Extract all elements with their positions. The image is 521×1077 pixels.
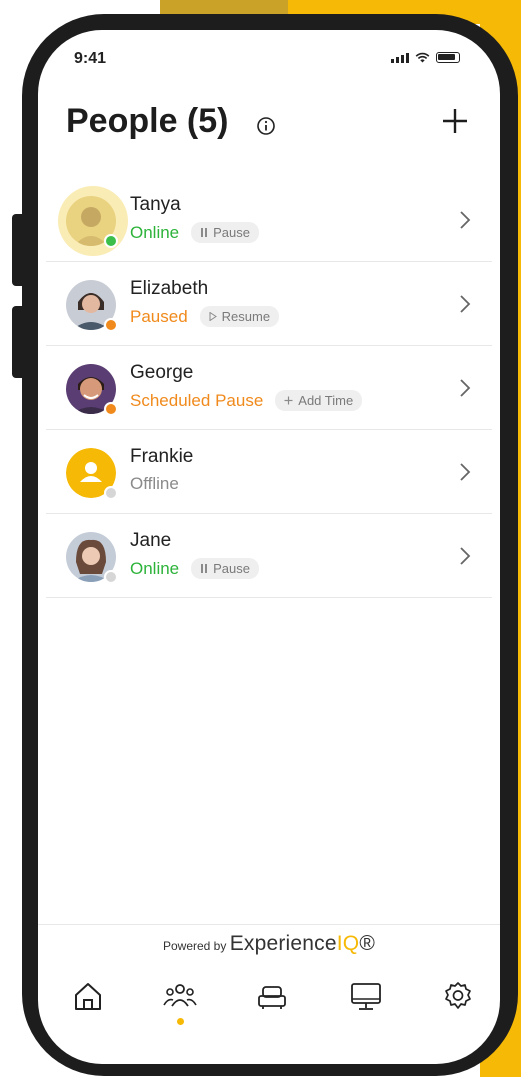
info-icon[interactable]: [256, 116, 276, 136]
paused-status-dot: [104, 402, 118, 416]
pause-label: Pause: [213, 225, 251, 240]
status-bar: 9:41: [38, 30, 500, 90]
brand-logo: ExperienceIQ®: [230, 932, 375, 955]
person-status: Offline: [130, 474, 179, 493]
people-icon: [163, 984, 197, 1007]
wifi-icon: [415, 52, 430, 63]
avatar-wrap: [66, 364, 118, 416]
pause-label: Pause: [213, 561, 251, 576]
status-icons: [391, 52, 460, 63]
person-row-tanya[interactable]: Tanya Online Pause: [46, 178, 492, 262]
pause-icon: [201, 564, 208, 573]
settings-icon[interactable]: [438, 976, 478, 1016]
paused-status-dot: [104, 318, 118, 332]
online-status-dot: [104, 234, 118, 248]
person-status-line: Paused Resume: [130, 306, 280, 327]
avatar-wrap: [58, 186, 128, 256]
person-status-line: Scheduled Pause Add Time: [130, 390, 363, 411]
pause-icon: [201, 228, 208, 237]
page-header: People (5): [38, 100, 500, 150]
monitor-icon[interactable]: [346, 976, 386, 1016]
avatar-wrap: [66, 532, 118, 584]
cellular-signal-icon: [391, 53, 409, 63]
person-row-elizabeth[interactable]: Elizabeth Paused Resume: [46, 262, 492, 346]
avatar-wrap: [66, 448, 118, 500]
chevron-right-icon: [460, 295, 471, 313]
plus-icon: [284, 396, 293, 405]
chevron-right-icon: [460, 211, 471, 229]
people-list: Tanya Online Pause Elizabeth Paused Resu…: [38, 178, 500, 598]
person-row-george[interactable]: George Scheduled Pause Add Time: [46, 346, 492, 430]
play-icon: [209, 312, 217, 321]
brand-mark: ®: [359, 932, 376, 955]
person-row-frankie[interactable]: Frankie Offline: [46, 430, 492, 514]
tab-people[interactable]: [160, 976, 200, 1025]
pause-button[interactable]: Pause: [191, 558, 260, 579]
offline-status-dot: [104, 486, 118, 500]
person-status-line: Online Pause: [130, 222, 260, 243]
person-status-line: Online Pause: [130, 558, 260, 579]
home-icon[interactable]: [68, 976, 108, 1016]
resume-button[interactable]: Resume: [199, 306, 280, 327]
footer-divider: [38, 924, 500, 925]
powered-by: Powered by ExperienceIQ®: [38, 932, 500, 956]
person-status: Online: [130, 222, 180, 242]
person-name: Jane: [130, 530, 172, 551]
phone-screen: 9:41 People (5) Tanya Online Pause Eliza…: [38, 30, 500, 1064]
person-status: Scheduled Pause: [130, 390, 264, 410]
pause-button[interactable]: Pause: [191, 222, 260, 243]
chevron-right-icon: [460, 379, 471, 397]
person-status-line: Offline: [130, 474, 179, 494]
avatar-wrap: [66, 280, 118, 332]
status-dot: [104, 570, 118, 584]
add-time-label: Add Time: [298, 393, 354, 408]
brand-iq: IQ: [336, 932, 360, 955]
person-name: Elizabeth: [130, 278, 209, 299]
person-name: Frankie: [130, 446, 194, 467]
tab-bar: [38, 976, 500, 1036]
brand-main: Experience: [229, 932, 337, 955]
person-status: Online: [130, 558, 180, 578]
person-name: Tanya: [130, 194, 181, 215]
chevron-right-icon: [460, 463, 471, 481]
person-status: Paused: [130, 306, 188, 326]
active-tab-indicator: [177, 1018, 184, 1025]
powered-by-label: Powered by: [162, 939, 227, 953]
chevron-right-icon: [460, 547, 471, 565]
person-row-jane[interactable]: Jane Online Pause: [46, 514, 492, 598]
add-time-button[interactable]: Add Time: [275, 390, 363, 411]
add-person-button[interactable]: [440, 106, 470, 136]
resume-label: Resume: [221, 309, 271, 324]
person-name: George: [130, 362, 194, 383]
page-title: People (5): [66, 102, 229, 140]
avatar-highlight: [58, 186, 128, 256]
battery-icon: [436, 52, 460, 63]
car-icon[interactable]: [252, 976, 292, 1016]
status-time: 9:41: [74, 50, 107, 67]
